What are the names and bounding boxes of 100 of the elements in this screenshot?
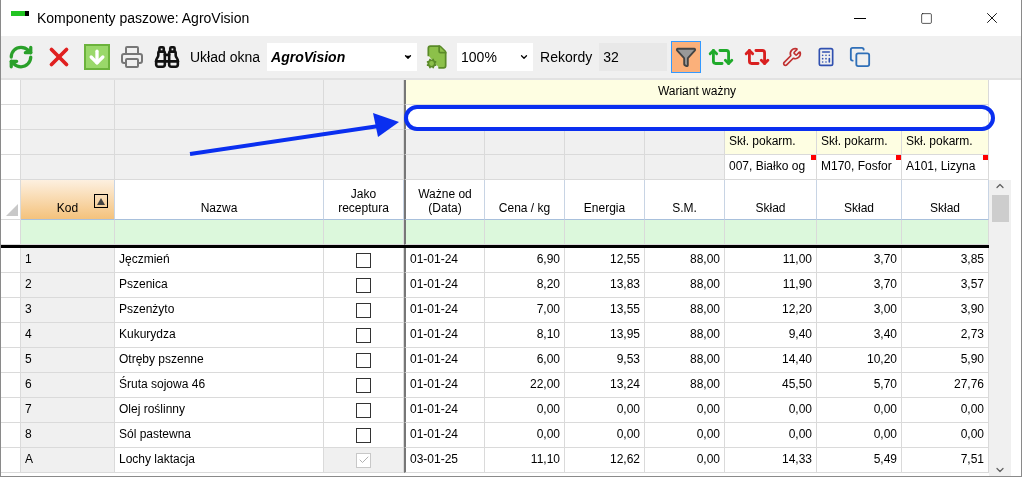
table-cell: 2,73 (902, 323, 989, 348)
table-cell: 88,00 (645, 298, 725, 323)
layout-dropdown[interactable]: AgroVision (267, 43, 418, 71)
group-header: Skł. pokarm. (817, 130, 902, 155)
table-cell: 01-01-24 (404, 423, 485, 448)
select-all-corner[interactable] (1, 180, 21, 220)
filter-cell[interactable] (817, 220, 902, 245)
table-cell: 8,20 (485, 273, 565, 298)
column-header[interactable]: Energia (565, 180, 645, 220)
band-header: Wariant ważny (404, 80, 989, 105)
filter-cell[interactable] (565, 220, 645, 245)
checkbox[interactable] (356, 327, 371, 343)
table-cell: 13,83 (565, 273, 645, 298)
checkbox[interactable] (356, 352, 371, 368)
table-cell: 14,40 (725, 348, 817, 373)
filter-cell[interactable] (725, 220, 817, 245)
table-cell: Sól pastewna (115, 423, 324, 448)
checkbox[interactable] (356, 302, 371, 318)
table-cell: 88,00 (645, 348, 725, 373)
column-header[interactable]: Jako receptura (324, 180, 404, 220)
caret-icon (519, 52, 530, 62)
table-cell: 01-01-24 (404, 348, 485, 373)
table-cell: Śruta sojowa 46 (115, 373, 324, 398)
column-header[interactable]: Skład (817, 180, 902, 220)
table-cell: 0,00 (817, 398, 902, 423)
table-cell: 8 (21, 423, 115, 448)
table-cell: Olej roślinny (115, 398, 324, 423)
table-cell: 01-01-24 (404, 373, 485, 398)
column-header[interactable]: Cena / kg (485, 180, 565, 220)
table-cell: 0,00 (725, 398, 817, 423)
table-cell: 5,49 (817, 448, 902, 473)
records-label: Rekordy (539, 49, 594, 65)
filter-cell[interactable] (485, 220, 565, 245)
copy-icon (849, 46, 872, 68)
layout-label: Układ okna (189, 49, 262, 65)
table-cell: A (21, 448, 115, 473)
filter-cell[interactable] (404, 220, 485, 245)
column-header[interactable]: Skład (902, 180, 989, 220)
table-cell: 12,20 (725, 298, 817, 323)
checkbox[interactable] (356, 252, 371, 268)
caret-icon (403, 52, 414, 62)
filter-cell[interactable] (21, 220, 115, 245)
table-cell: 6 (21, 373, 115, 398)
table-cell: 01-01-24 (404, 323, 485, 348)
column-header[interactable]: Ważne od (Data) (404, 180, 485, 220)
table-cell: 9,40 (725, 323, 817, 348)
window-title: Komponenty paszowe: AgroVision (37, 10, 251, 26)
table-cell: 0,00 (485, 423, 565, 448)
nutrient-header: A101, Lizyna (902, 155, 989, 180)
filter-cell[interactable] (324, 220, 404, 245)
check-icon (357, 454, 370, 466)
records-field[interactable]: 32 (599, 43, 668, 71)
table-cell: 3,57 (902, 273, 989, 298)
filter-cell[interactable] (115, 220, 324, 245)
scroll-thumb[interactable] (991, 195, 1009, 222)
maximize-icon (919, 11, 933, 25)
group-header: Skł. pokarm. (725, 130, 817, 155)
table-cell: 0,00 (725, 423, 817, 448)
column-header[interactable]: Kod (21, 180, 115, 220)
table-cell: Kukurydza (115, 323, 324, 348)
table-cell: 5 (21, 348, 115, 373)
table-cell: 3,70 (817, 273, 902, 298)
wrench-icon (782, 47, 803, 67)
table-cell: 8,10 (485, 323, 565, 348)
filter-icon (675, 46, 698, 68)
table-cell: 3,85 (902, 248, 989, 273)
zoom-dropdown[interactable]: 100% (457, 43, 534, 71)
table-cell: 45,50 (725, 373, 817, 398)
table-cell: 6,90 (485, 248, 565, 273)
table-cell: 01-01-24 (404, 273, 485, 298)
download-button[interactable] (81, 41, 113, 73)
table-cell: 0,00 (485, 398, 565, 423)
filter-button[interactable] (671, 41, 702, 73)
table-cell: 01-01-24 (404, 298, 485, 323)
filter-cell[interactable] (902, 220, 989, 245)
table-cell: 88,00 (645, 248, 725, 273)
group-header: Skł. pokarm. (902, 130, 989, 155)
minimize-icon (854, 17, 866, 19)
checkbox[interactable] (356, 402, 371, 418)
column-header[interactable]: Nazwa (115, 180, 324, 220)
filter-cell[interactable] (645, 220, 725, 245)
refresh-icon (8, 44, 34, 70)
column-header[interactable]: S.M. (645, 180, 725, 220)
checkbox[interactable] (356, 377, 371, 393)
binoculars-icon (154, 44, 180, 70)
checkbox[interactable] (356, 427, 371, 443)
table-cell: 14,33 (725, 448, 817, 473)
column-header[interactable]: Skład (725, 180, 817, 220)
table-cell: 0,00 (902, 398, 989, 423)
table-cell: 3,00 (817, 298, 902, 323)
download-icon (84, 44, 110, 70)
checkbox[interactable] (356, 277, 371, 293)
table-cell: 13,95 (565, 323, 645, 348)
table-cell: 0,00 (902, 423, 989, 448)
scrollbar[interactable] (989, 180, 1011, 476)
table-cell: 03-01-25 (404, 448, 485, 473)
table-cell: 4 (21, 323, 115, 348)
table-cell: 5,70 (817, 373, 902, 398)
nutrient-header: M170, Fosfor (817, 155, 902, 180)
table-cell: 3,70 (817, 248, 902, 273)
